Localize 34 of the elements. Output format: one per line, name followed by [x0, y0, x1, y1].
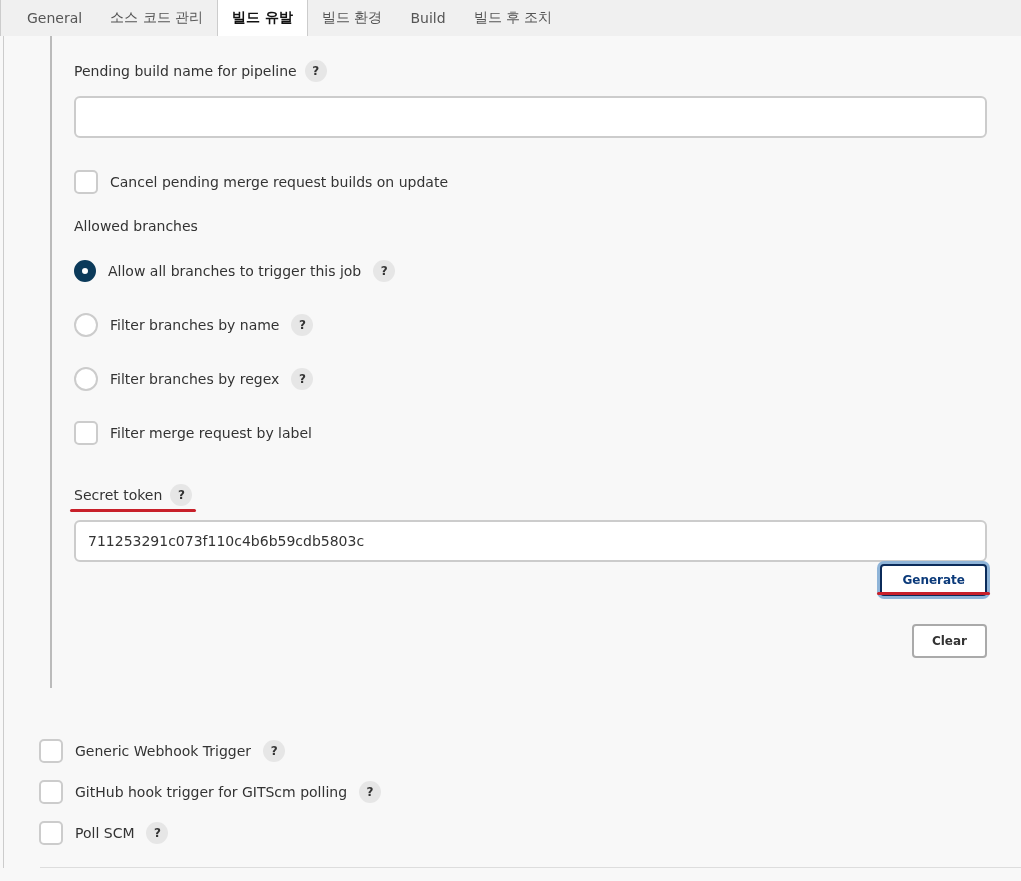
tab[interactable]: 소스 코드 관리 — [96, 0, 218, 36]
tab[interactable]: General — [13, 0, 97, 36]
checkbox[interactable] — [74, 170, 98, 194]
checkbox-label: Poll SCM — [75, 824, 135, 841]
radio-label: Filter branches by name — [110, 317, 280, 333]
help-icon[interactable]: ? — [291, 368, 314, 390]
section-label: Allowed branches — [74, 218, 199, 234]
input-field[interactable]: 711253291c073f110c4b6b59cdb5803c — [74, 520, 987, 562]
help-icon[interactable]: ? — [146, 821, 169, 844]
tab[interactable]: Build — [396, 0, 460, 36]
tab[interactable]: 빌드 환경 — [307, 0, 397, 36]
checkbox[interactable] — [74, 421, 98, 445]
tab[interactable]: 빌드 유발 — [217, 0, 308, 36]
field-label: Pending build name for pipeline — [74, 63, 297, 79]
checkbox[interactable] — [39, 738, 63, 763]
action-button[interactable]: Clear — [911, 624, 987, 658]
radio-label: Allow all branches to trigger this job — [108, 263, 362, 279]
checkbox-label: Filter merge request by label — [110, 425, 312, 441]
help-icon[interactable]: ? — [291, 314, 314, 336]
radio-label: Filter branches by regex — [110, 371, 280, 387]
help-icon[interactable]: ? — [359, 780, 382, 803]
help-icon[interactable]: ? — [304, 60, 327, 82]
checkbox-label: GitHub hook trigger for GITScm polling — [75, 783, 348, 800]
radio-button[interactable] — [74, 260, 96, 282]
field-label: Secret token — [74, 487, 163, 503]
checkbox-label: Cancel pending merge request builds on update — [110, 174, 448, 190]
input-field[interactable] — [74, 96, 987, 138]
help-icon[interactable]: ? — [373, 260, 396, 282]
checkbox[interactable] — [39, 820, 63, 845]
tab[interactable]: 빌드 후 조치 — [459, 0, 567, 36]
checkbox[interactable] — [39, 779, 63, 804]
help-icon[interactable]: ? — [263, 739, 286, 762]
checkbox-label: Generic Webhook Trigger — [75, 742, 252, 759]
help-icon[interactable]: ? — [170, 484, 193, 506]
